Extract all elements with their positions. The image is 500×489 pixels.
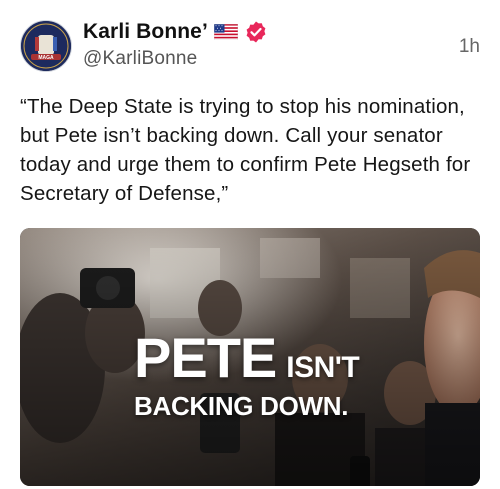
overlay-backing-down: BACKING DOWN. — [134, 391, 349, 421]
us-flag-icon — [213, 23, 239, 41]
verified-badge-icon — [244, 20, 268, 44]
author-handle[interactable]: @KarliBonne — [83, 48, 197, 70]
display-name[interactable]: Karli Bonne’ — [83, 20, 208, 44]
avatar-image: MAGA — [21, 21, 71, 71]
overlay-word-pete: PETE — [134, 326, 277, 389]
post-timestamp[interactable]: 1h — [459, 36, 480, 58]
svg-text:MAGA: MAGA — [38, 55, 54, 61]
overlay-word-isnt: ISN'T — [286, 351, 360, 384]
post-video[interactable]: PETE ISN'T BACKING DOWN. — [20, 228, 480, 486]
video-overlay-headline: PETE ISN'T — [134, 326, 360, 389]
author-name-row: Karli Bonne’ — [83, 17, 268, 47]
post-text: “The Deep State is trying to stop his no… — [20, 95, 471, 205]
social-post: MAGA Karli Bonne’ @KarliBonne 1h “The De… — [0, 0, 500, 489]
avatar[interactable]: MAGA — [20, 20, 72, 72]
